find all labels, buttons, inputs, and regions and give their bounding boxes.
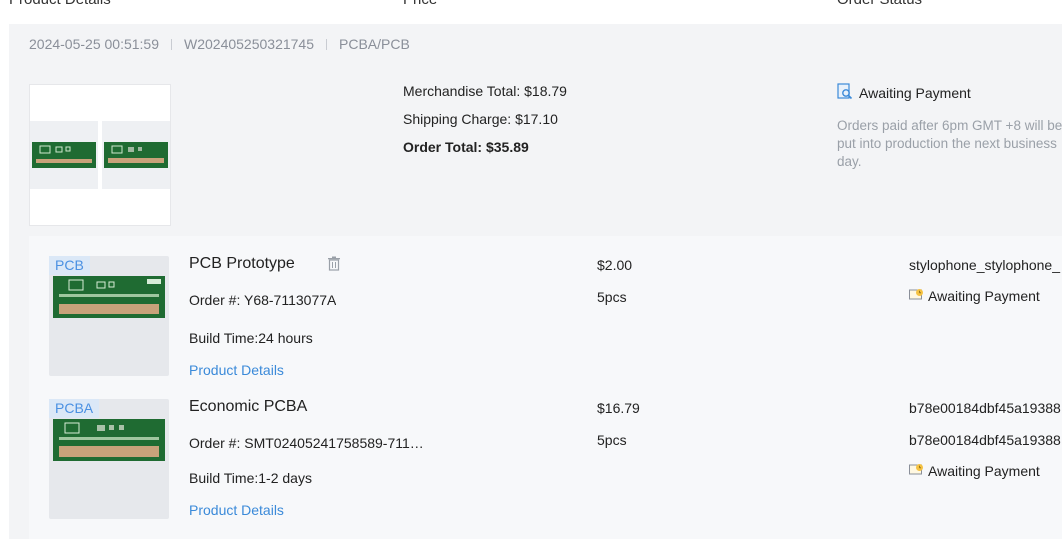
product-tag: PCBA	[49, 399, 100, 418]
divider	[326, 38, 328, 50]
item-price: $16.79	[597, 400, 640, 416]
order-thumbnail[interactable]	[29, 84, 171, 226]
order-type: PCBA/PCB	[339, 36, 410, 52]
order-items: PCB PCB Prototype Order #: Y68-7113077A …	[29, 236, 1062, 539]
order-meta: 2024-05-25 00:51:59 W202405250321745 PCB…	[29, 36, 410, 52]
payment-pending-icon	[909, 288, 924, 304]
column-header-price: Price	[403, 0, 437, 8]
file-name: b78e00184dbf45a19388	[909, 400, 1061, 416]
file-name: stylophone_stylophone_	[909, 257, 1061, 273]
trash-icon[interactable]	[327, 256, 341, 274]
order-summary: Merchandise Total: $18.79 Shipping Charg…	[403, 83, 567, 167]
shipping-charge: Shipping Charge: $17.10	[403, 111, 558, 127]
order-total: Order Total: $35.89	[403, 139, 529, 155]
product-title: PCB Prototype	[189, 255, 295, 272]
order-number: Order #: SMT02405241758589-711…	[189, 435, 424, 451]
column-header-status: Order Status	[837, 0, 922, 8]
file-name-secondary: b78e00184dbf45a19388	[909, 432, 1061, 448]
product-title: Economic PCBA	[189, 398, 308, 415]
merchandise-total: Merchandise Total: $18.79	[403, 83, 567, 99]
order-datetime: 2024-05-25 00:51:59	[29, 36, 159, 52]
build-time: Build Time:24 hours	[189, 330, 313, 346]
list-item: PCB PCB Prototype Order #: Y68-7113077A …	[29, 236, 1062, 378]
product-details-link[interactable]: Product Details	[189, 502, 284, 518]
pcba-board-image	[53, 419, 165, 461]
item-status: Awaiting Payment	[909, 463, 1040, 479]
pcba-thumbnail	[102, 121, 170, 189]
item-price: $2.00	[597, 257, 633, 273]
product-details-link[interactable]: Product Details	[189, 362, 284, 378]
item-quantity: 5pcs	[597, 432, 627, 448]
pcb-thumbnail	[30, 121, 98, 189]
item-quantity: 5pcs	[597, 289, 627, 305]
order-status: Awaiting Payment	[859, 85, 971, 101]
column-header-product: Product Details	[9, 0, 111, 8]
product-tag: PCB	[49, 256, 90, 275]
status-note: Orders paid after 6pm GMT +8 will be put…	[837, 118, 1062, 169]
item-status-label: Awaiting Payment	[928, 463, 1040, 479]
list-item: PCBA Economic PCBA Order #: SMT024052417…	[29, 379, 1062, 519]
payment-pending-icon	[909, 463, 924, 479]
item-status: Awaiting Payment	[909, 288, 1040, 304]
divider	[171, 38, 172, 50]
document-search-icon	[837, 83, 853, 103]
order-number: Order #: Y68-7113077A	[189, 292, 337, 308]
pcb-board-image	[53, 276, 165, 318]
order-id[interactable]: W202405250321745	[184, 36, 314, 52]
build-time: Build Time:1-2 days	[189, 470, 312, 486]
order-status-panel: Awaiting Payment Orders paid after 6pm G…	[837, 83, 1062, 171]
item-status-label: Awaiting Payment	[928, 288, 1040, 304]
